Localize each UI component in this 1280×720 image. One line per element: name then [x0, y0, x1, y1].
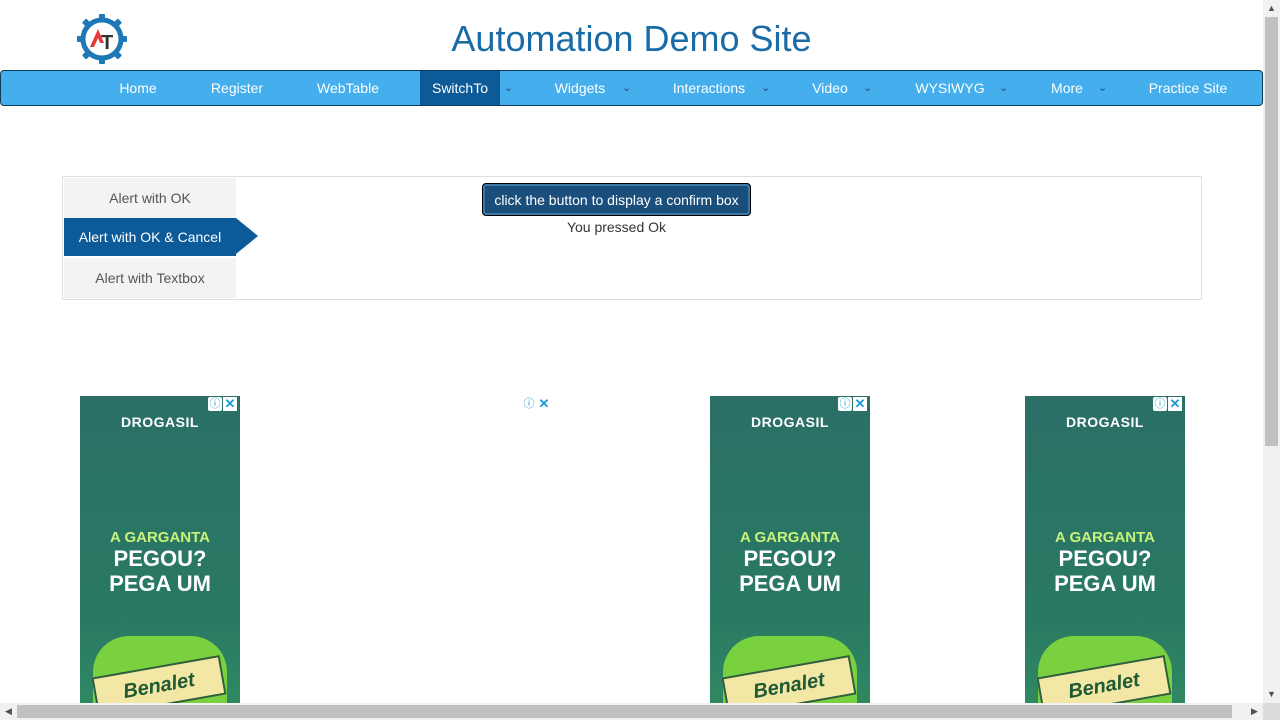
- ad-headline-3: PEGA UM: [1054, 571, 1156, 596]
- vertical-scrollbar-thumb[interactable]: [1265, 17, 1278, 446]
- ad-close-icon[interactable]: ✕: [223, 397, 237, 411]
- ad-headline-1: A GARGANTA: [1055, 529, 1155, 546]
- nav-widgets[interactable]: Widgets: [550, 71, 610, 105]
- alerts-panel: Alert with OK Alert with OK & Cancel Ale…: [62, 176, 1202, 300]
- nav-practice-site[interactable]: Practice Site: [1141, 71, 1235, 105]
- nav-wysiwyg[interactable]: WYSIWYG: [909, 71, 991, 105]
- adchoices-info-icon[interactable]: ⓘ: [522, 397, 536, 411]
- ad-headline-1: A GARGANTA: [740, 529, 840, 546]
- horizontal-scrollbar-thumb[interactable]: [17, 705, 1232, 718]
- adchoices-info-icon[interactable]: ⓘ: [208, 397, 222, 411]
- ad-headline-2: PEGOU?: [113, 546, 207, 571]
- ad-brand: DROGASIL: [121, 414, 199, 430]
- ad-close-icon[interactable]: ✕: [537, 397, 551, 411]
- site-title: Automation Demo Site: [451, 18, 812, 59]
- nav-more[interactable]: More: [1044, 71, 1090, 105]
- nav-switchto[interactable]: SwitchTo: [420, 71, 500, 105]
- nav-video[interactable]: Video: [807, 71, 853, 105]
- wysiwyg-chevron-down-icon[interactable]: ⌄: [999, 71, 1008, 105]
- interactions-chevron-down-icon[interactable]: ⌄: [761, 71, 770, 105]
- ad-banner-1[interactable]: DROGASIL A GARGANTA PEGOU? PEGA UM Benal…: [80, 396, 240, 703]
- confirm-result-text: You pressed Ok: [566, 219, 667, 235]
- ad-headline-3: PEGA UM: [739, 571, 841, 596]
- page-viewport: T Automation Demo Site Home Register Web…: [0, 0, 1263, 703]
- ad-close-icon[interactable]: ✕: [1168, 397, 1182, 411]
- scroll-down-arrow-icon[interactable]: ▼: [1263, 686, 1280, 703]
- nav-webtable[interactable]: WebTable: [311, 71, 385, 105]
- ad-headline-1: A GARGANTA: [110, 529, 210, 546]
- scroll-up-arrow-icon[interactable]: ▲: [1263, 0, 1280, 17]
- ad-brand: DROGASIL: [751, 414, 829, 430]
- widgets-chevron-down-icon[interactable]: ⌄: [622, 71, 631, 105]
- scroll-right-arrow-icon[interactable]: ▶: [1246, 703, 1263, 720]
- ad-brand: DROGASIL: [1066, 414, 1144, 430]
- nav-interactions[interactable]: Interactions: [667, 71, 751, 105]
- tab-alert-with-textbox[interactable]: Alert with Textbox: [64, 258, 236, 298]
- nav-register[interactable]: Register: [206, 71, 268, 105]
- ad-headline-2: PEGOU?: [1058, 546, 1152, 571]
- nav-home[interactable]: Home: [113, 71, 163, 105]
- tab-alert-with-ok-cancel[interactable]: Alert with OK & Cancel: [64, 218, 236, 256]
- ad-banner-4[interactable]: DROGASIL A GARGANTA PEGOU? PEGA UM Benal…: [1025, 396, 1185, 703]
- video-chevron-down-icon[interactable]: ⌄: [863, 71, 872, 105]
- confirm-box-button[interactable]: click the button to display a confirm bo…: [482, 183, 751, 216]
- active-tab-arrow-icon: [236, 218, 258, 254]
- switchto-chevron-down-icon[interactable]: ⌄: [504, 71, 513, 105]
- more-chevron-down-icon[interactable]: ⌄: [1098, 71, 1107, 105]
- main-navbar: Home Register WebTable SwitchTo ⌄ Widget…: [0, 70, 1263, 106]
- adchoices-info-icon[interactable]: ⓘ: [838, 397, 852, 411]
- ad-headline-2: PEGOU?: [743, 546, 837, 571]
- scrollbar-corner: [1263, 703, 1280, 720]
- ad-headline-3: PEGA UM: [109, 571, 211, 596]
- adchoices-info-icon[interactable]: ⓘ: [1153, 397, 1167, 411]
- scroll-left-arrow-icon[interactable]: ◀: [0, 703, 17, 720]
- tab-alert-with-ok[interactable]: Alert with OK: [64, 178, 236, 218]
- ad-banner-3[interactable]: DROGASIL A GARGANTA PEGOU? PEGA UM Benal…: [710, 396, 870, 703]
- ad-close-icon[interactable]: ✕: [853, 397, 867, 411]
